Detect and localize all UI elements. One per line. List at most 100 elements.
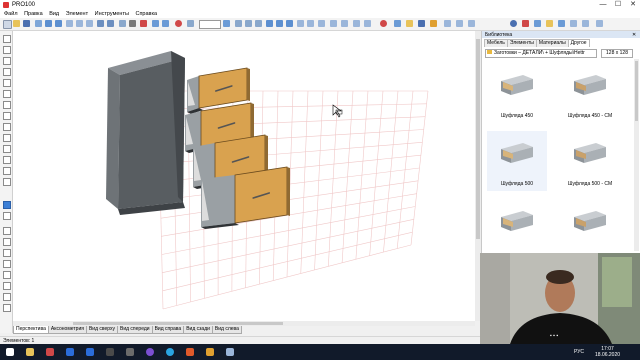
scrollbar-thumb[interactable] (73, 322, 283, 325)
globe-icon[interactable] (510, 20, 517, 27)
pan-icon[interactable] (255, 20, 262, 27)
telegram-icon[interactable] (166, 348, 174, 356)
library-item[interactable] (560, 199, 620, 259)
print-icon[interactable] (35, 20, 42, 27)
close-button[interactable]: ✕ (626, 0, 640, 10)
mirror-icon[interactable] (162, 20, 169, 27)
tab-materials[interactable]: Материалы (535, 39, 569, 47)
dimension-icon[interactable] (353, 20, 360, 27)
undo-icon[interactable] (45, 20, 52, 27)
library-path-dropdown[interactable]: Заготовки – ДЕТАЛИ\ + Шуфляды\Hettr (485, 49, 597, 58)
view-side-icon[interactable] (276, 20, 283, 27)
thumbnail-size-select[interactable]: 128 x 128 (601, 49, 633, 58)
maximize-button[interactable]: ☐ (611, 0, 625, 10)
taskbar-app-icon[interactable] (126, 348, 134, 356)
library-icon[interactable] (406, 20, 413, 27)
align-icon[interactable] (119, 20, 126, 27)
new-icon[interactable] (3, 20, 12, 29)
tool-polygon-icon[interactable] (3, 249, 11, 257)
tool-curve-icon[interactable] (3, 260, 11, 268)
tool-cut-icon[interactable] (3, 271, 11, 279)
tool-board-icon[interactable] (3, 68, 11, 76)
tab-back-view[interactable]: Вид сзади (183, 326, 213, 334)
tool-measure-icon[interactable] (3, 304, 11, 312)
taskbar-app-icon[interactable] (186, 348, 194, 356)
walls-icon[interactable] (534, 20, 541, 27)
zoom-window-icon[interactable] (245, 20, 252, 27)
scrollbar-thumb[interactable] (635, 61, 638, 121)
taskbar-app-icon[interactable] (46, 348, 54, 356)
menu-help[interactable]: Справка (135, 10, 157, 18)
floor-icon[interactable] (546, 20, 553, 27)
grid-icon[interactable] (364, 20, 371, 27)
tool-arc-icon[interactable] (3, 227, 11, 235)
tool-select-icon[interactable] (3, 212, 11, 220)
snap-icon[interactable] (129, 20, 136, 27)
tool-drawer-icon[interactable] (3, 123, 11, 131)
wireframe-icon[interactable] (297, 20, 304, 27)
library-item[interactable]: Шуфляда 500 - СМ (560, 131, 620, 191)
cut-icon[interactable] (66, 20, 73, 27)
menu-element[interactable]: Элемент (66, 10, 88, 18)
tab-axonometric[interactable]: Аксонометрия (47, 326, 87, 334)
cutting-icon[interactable] (456, 20, 463, 27)
tab-front-view[interactable]: Вид спереди (117, 326, 153, 334)
materials-icon[interactable] (444, 20, 451, 27)
zoom-field[interactable] (199, 20, 221, 29)
tool-leg-icon[interactable] (3, 145, 11, 153)
door-icon[interactable] (582, 20, 589, 27)
tool-rotate-icon[interactable] (3, 46, 11, 54)
render-icon[interactable] (380, 20, 387, 27)
tool-sphere-icon[interactable] (3, 167, 11, 175)
taskbar-app-icon[interactable] (106, 348, 114, 356)
tool-back-icon[interactable] (3, 101, 11, 109)
save-icon[interactable] (23, 20, 30, 27)
explorer-icon[interactable] (26, 348, 34, 356)
tool-resize-icon[interactable] (3, 57, 11, 65)
view-top-icon[interactable] (286, 20, 293, 27)
window-icon[interactable] (570, 20, 577, 27)
copy-icon[interactable] (76, 20, 83, 27)
tool-door-icon[interactable] (3, 112, 11, 120)
tool-shelf-icon[interactable] (3, 90, 11, 98)
cabinet[interactable] (106, 51, 185, 215)
taskbar-app-icon[interactable] (86, 348, 94, 356)
tab-furniture[interactable]: Мебель (484, 39, 508, 47)
tool-hole-icon[interactable] (3, 293, 11, 301)
texture-icon[interactable] (318, 20, 325, 27)
tool-cylinder-icon[interactable] (3, 156, 11, 164)
zoom-fit-icon[interactable] (235, 20, 242, 27)
report-icon[interactable] (418, 20, 425, 27)
clock[interactable]: 17:07 18.06.2020 (595, 346, 620, 358)
tool-handle-icon[interactable] (3, 134, 11, 142)
pricing-icon[interactable] (430, 20, 437, 27)
tab-top-view[interactable]: Вид сверху (85, 326, 118, 334)
help-icon[interactable] (596, 20, 603, 27)
shaded-icon[interactable] (307, 20, 314, 27)
library-item[interactable]: Шуфляда 450 (487, 63, 547, 123)
chrome-icon[interactable] (206, 348, 214, 356)
viewport-3d[interactable] (13, 31, 475, 321)
ungroup-icon[interactable] (107, 20, 114, 27)
menu-edit[interactable]: Правка (24, 10, 43, 18)
lights-icon[interactable] (330, 20, 337, 27)
zoom-in-icon[interactable] (223, 20, 230, 27)
language-indicator[interactable]: РУС (574, 349, 584, 355)
room-icon[interactable] (558, 20, 565, 27)
tool-move-icon[interactable] (3, 35, 11, 43)
tab-right-view[interactable]: Вид справа (151, 326, 185, 334)
stop-icon[interactable] (140, 20, 147, 27)
tab-left-view[interactable]: Вид слева (211, 326, 242, 334)
viber-icon[interactable] (146, 348, 154, 356)
rotate-icon[interactable] (152, 20, 159, 27)
library-close-button[interactable]: ✕ (632, 32, 636, 38)
view-front-icon[interactable] (266, 20, 273, 27)
library-item[interactable]: Шуфляда 500 (487, 131, 547, 191)
menu-file[interactable]: Файл (4, 10, 18, 18)
tab-elements[interactable]: Элементы (506, 39, 537, 47)
export-icon[interactable] (468, 20, 475, 27)
taskbar-app-icon[interactable] (66, 348, 74, 356)
start-icon[interactable] (6, 348, 14, 356)
camera-icon[interactable] (394, 20, 401, 27)
tab-perspective[interactable]: Перспектива (13, 326, 49, 334)
